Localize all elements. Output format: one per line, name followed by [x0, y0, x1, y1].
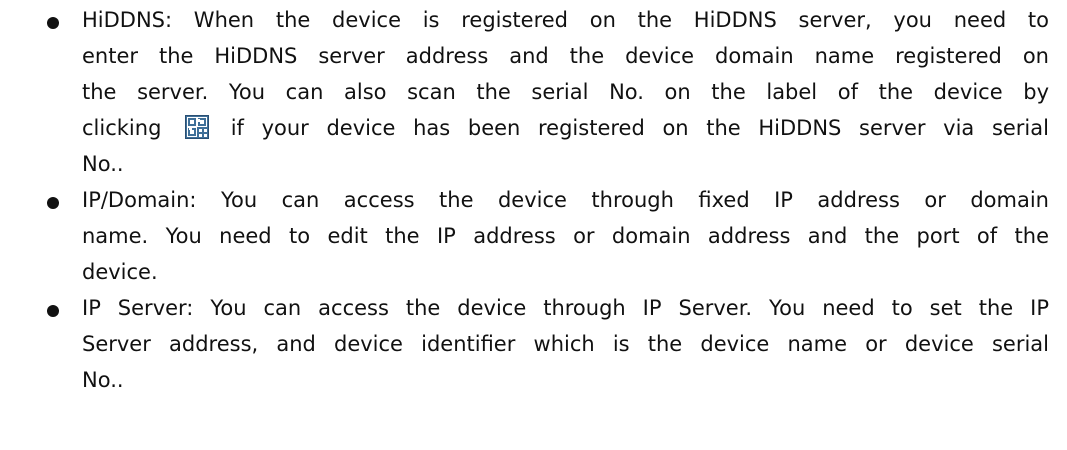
list-item-hiddns: HiDDNS: When the device is registered on… [0, 2, 1067, 182]
bullet-dot [47, 197, 59, 209]
ip-server-line-3: No.. [82, 368, 124, 392]
hiddns-line-1: HiDDNS: When the device is registered on… [82, 8, 1049, 32]
ip-server-line-1: IP Server: You can access the device thr… [82, 296, 1049, 320]
ip-domain-line-3: device. [82, 260, 158, 284]
bullet-list: HiDDNS: When the device is registered on… [0, 0, 1067, 398]
hiddns-line-5: No.. [82, 152, 124, 176]
hiddns-line-2: enter the HiDDNS server address and the … [82, 44, 1049, 68]
bullet-dot [47, 305, 59, 317]
hiddns-line-4-end: if your device has been registered on th… [230, 116, 1049, 140]
qr-code-icon [185, 115, 210, 139]
ip-server-line-2: Server address, and device identifier wh… [82, 332, 1049, 356]
hiddns-line-3: the server. You can also scan the serial… [82, 80, 1049, 104]
ip-domain-line-2: name. You need to edit the IP address or… [82, 224, 1049, 248]
ip-domain-line-1: IP/Domain: You can access the device thr… [82, 188, 1049, 212]
hiddns-line-4: clicking if your device has been registe… [82, 110, 1049, 146]
document-page: HiDDNS: When the device is registered on… [0, 0, 1067, 450]
list-item-ip-domain: IP/Domain: You can access the device thr… [0, 182, 1067, 290]
bullet-dot [47, 17, 59, 29]
list-item-ip-server: IP Server: You can access the device thr… [0, 290, 1067, 398]
hiddns-line-4-start: clicking [82, 116, 162, 140]
